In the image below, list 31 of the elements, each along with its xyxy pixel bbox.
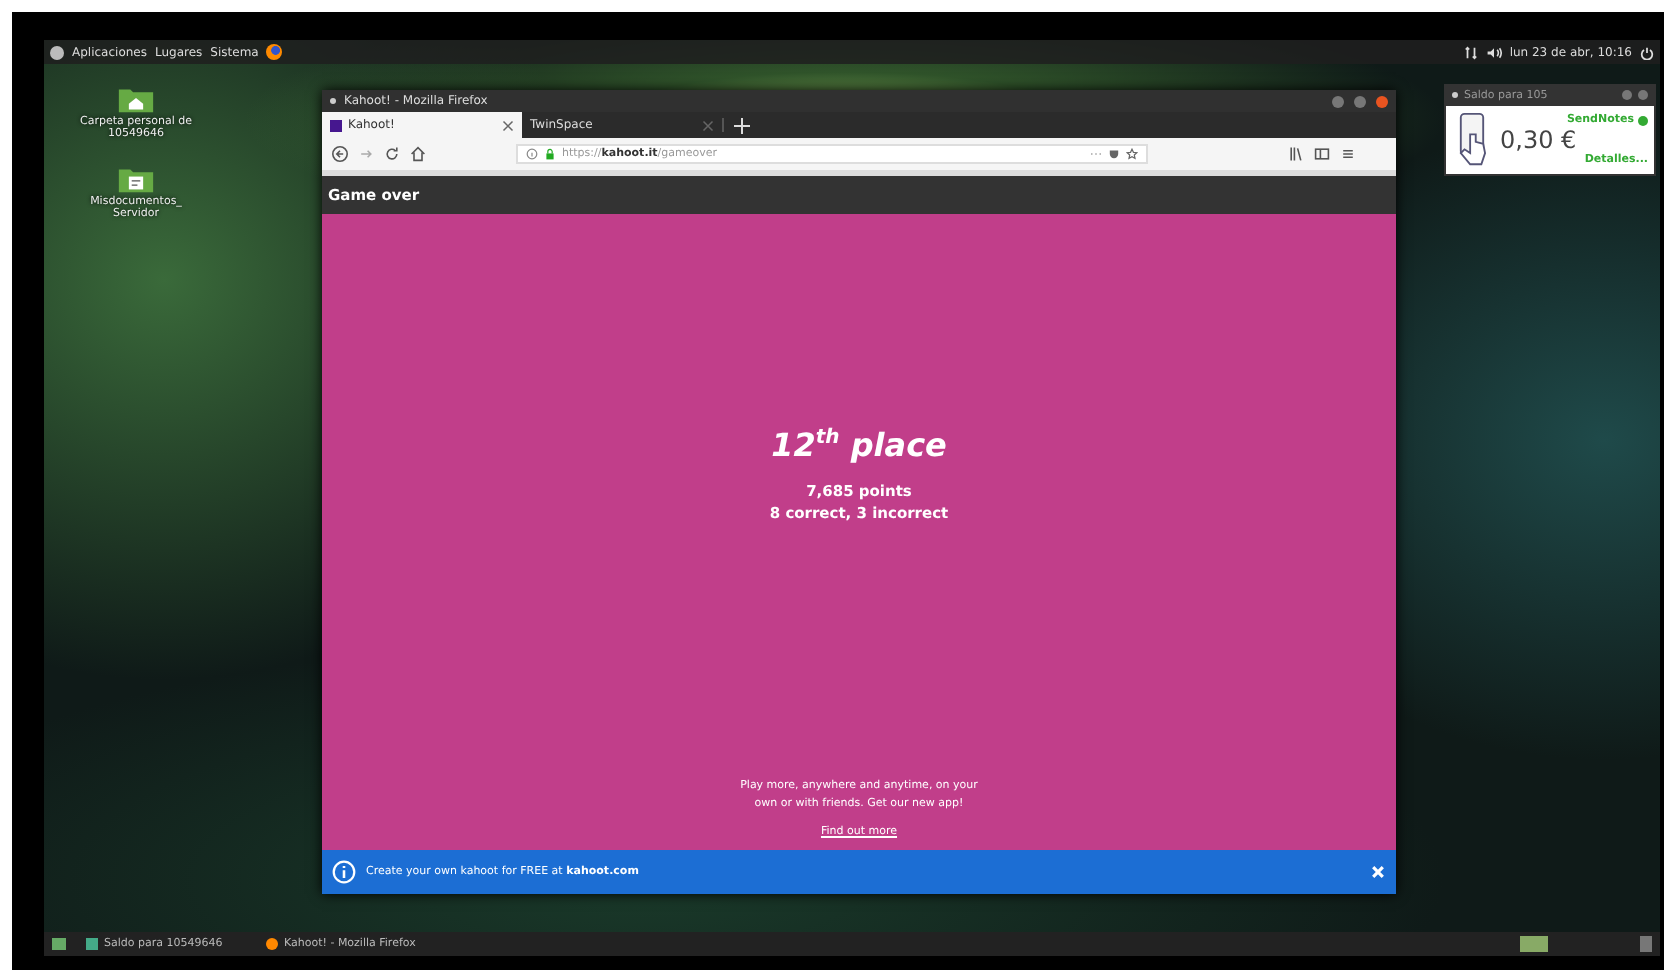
volume-icon[interactable] [1485,45,1502,59]
reload-button[interactable] [384,146,400,162]
maximize-button[interactable] [1354,95,1366,107]
place-heading: 12$^{th}$ place [771,426,947,464]
settings-button[interactable] [1622,90,1632,100]
back-button[interactable] [332,146,348,162]
info-icon [332,860,356,884]
window-menu-icon[interactable] [330,98,336,104]
home-button[interactable] [410,146,426,162]
lock-icon [544,148,556,160]
close-button[interactable] [1638,90,1648,100]
site-favicon-icon [330,119,342,131]
close-icon[interactable] [1370,864,1386,880]
firefox-icon[interactable] [266,44,283,60]
close-tab-icon[interactable] [502,119,514,131]
minimize-button[interactable] [1332,95,1344,107]
firefox-icon [266,938,278,950]
close-button[interactable] [1376,95,1388,107]
pin-icon[interactable] [1452,92,1458,98]
sidebar-icon[interactable] [1314,146,1330,162]
power-icon[interactable] [1640,45,1654,59]
library-icon[interactable] [1288,146,1304,162]
balance-amount: 0,30 € [1500,126,1577,154]
pocket-icon[interactable] [1108,148,1120,160]
info-icon[interactable] [526,148,538,160]
system-logo-icon[interactable] [50,45,64,59]
close-tab-icon[interactable] [702,119,714,131]
network-icon[interactable] [1463,45,1478,59]
menu-icon[interactable] [1340,146,1356,162]
star-icon[interactable] [1126,148,1138,160]
workspace-switcher[interactable] [1520,936,1548,952]
